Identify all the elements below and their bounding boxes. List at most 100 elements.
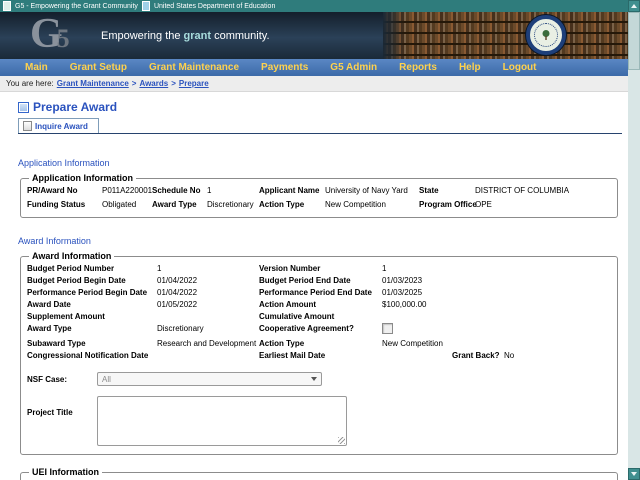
page-content: Prepare Award Inquire Award Application … xyxy=(0,92,628,480)
tab-bar: Inquire Award xyxy=(18,118,622,134)
field-value xyxy=(382,350,452,362)
field-value: 01/03/2025 xyxy=(382,287,452,299)
field-value: 01/04/2022 xyxy=(157,275,259,287)
field-value: P011A220001 xyxy=(102,185,152,197)
breadcrumb-separator: > xyxy=(171,79,176,88)
scroll-up-button[interactable] xyxy=(628,0,640,12)
nav-grant-maintenance[interactable]: Grant Maintenance xyxy=(138,62,250,73)
project-title-textarea[interactable] xyxy=(97,396,347,446)
field-label: Action Amount xyxy=(259,299,382,311)
breadcrumb-awards[interactable]: Awards xyxy=(139,79,168,88)
field-label: Supplement Amount xyxy=(27,311,157,323)
breadcrumb-grant-maintenance[interactable]: Grant Maintenance xyxy=(57,79,129,88)
nav-payments[interactable]: Payments xyxy=(250,62,319,73)
field-value xyxy=(382,311,452,323)
field-label: Budget Period End Date xyxy=(259,275,382,287)
grant-back-value: No xyxy=(504,350,611,362)
field-value xyxy=(382,323,452,338)
inquire-award-tab-icon xyxy=(23,121,32,131)
field-value: Research and Development xyxy=(157,338,259,350)
field-label: Program Office xyxy=(419,199,475,211)
field-label: Budget Period Number xyxy=(27,263,157,275)
application-information-link[interactable]: Application Information xyxy=(18,158,110,168)
award-information-fieldset: Award Information Budget Period Number 1… xyxy=(20,251,618,455)
field-value: University of Navy Yard xyxy=(325,185,419,197)
g5-application-window: G5 - Empowering the Grant Community Unit… xyxy=(0,0,640,480)
tab-inquire-award[interactable]: Inquire Award xyxy=(18,118,99,133)
field-label: PR/Award No xyxy=(27,185,102,197)
project-title-wrap xyxy=(97,396,347,448)
vertical-scrollbar[interactable] xyxy=(628,0,640,480)
field-label: Congressional Notification Date xyxy=(27,350,157,362)
uei-information-legend: UEI Information xyxy=(29,467,102,477)
department-of-education-seal xyxy=(526,15,566,55)
field-label: Cooperative Agreement? xyxy=(259,323,382,338)
field-value: 01/05/2022 xyxy=(157,299,259,311)
nsf-case-label: NSF Case: xyxy=(27,375,97,384)
main-column: G5 - Empowering the Grant Community Unit… xyxy=(0,0,628,480)
resize-grip[interactable] xyxy=(338,437,345,444)
main-nav: Main Grant Setup Grant Maintenance Payme… xyxy=(0,59,628,76)
field-value: 1 xyxy=(382,263,452,275)
breadcrumb-prepare[interactable]: Prepare xyxy=(179,79,209,88)
award-information-legend: Award Information xyxy=(29,251,114,261)
scrollbar-thumb[interactable] xyxy=(628,12,640,70)
nav-main[interactable]: Main xyxy=(14,62,59,73)
project-title-row: Project Title xyxy=(27,396,611,448)
breadcrumb-separator: > xyxy=(132,79,137,88)
field-label: State xyxy=(419,185,475,197)
grant-back-label: Grant Back? xyxy=(452,350,504,362)
field-value xyxy=(157,350,259,362)
nav-logout[interactable]: Logout xyxy=(492,62,548,73)
field-value: New Competition xyxy=(382,338,452,350)
award-row: Award Date 01/05/2022 Action Amount $100… xyxy=(27,299,611,311)
nav-grant-setup[interactable]: Grant Setup xyxy=(59,62,138,73)
field-label: Earliest Mail Date xyxy=(259,350,382,362)
tab-label: Inquire Award xyxy=(35,122,88,131)
project-title-label: Project Title xyxy=(27,396,97,448)
field-value: $100,000.00 xyxy=(382,299,452,311)
field-label: Performance Period Begin Date xyxy=(27,287,157,299)
award-information-link[interactable]: Award Information xyxy=(18,236,91,246)
uei-information-fieldset: UEI Information xyxy=(20,467,618,480)
field-value: New Competition xyxy=(325,199,419,211)
field-label: Schedule No xyxy=(152,185,207,197)
nav-help[interactable]: Help xyxy=(448,62,492,73)
field-label: Award Date xyxy=(27,299,157,311)
field-label: Cumulative Amount xyxy=(259,311,382,323)
field-value: 1 xyxy=(157,263,259,275)
field-label: Subaward Type xyxy=(27,338,157,350)
award-row: Subaward Type Research and Development A… xyxy=(27,338,611,350)
award-row: Performance Period Begin Date 01/04/2022… xyxy=(27,287,611,299)
award-row: Budget Period Number 1 Version Number 1 xyxy=(27,263,611,275)
award-row: Supplement Amount Cumulative Amount xyxy=(27,311,611,323)
field-value: OPE xyxy=(475,199,611,211)
cooperative-agreement-checkbox[interactable] xyxy=(382,323,393,334)
breadcrumb-prefix: You are here: xyxy=(6,79,54,88)
library-bookshelf-image xyxy=(383,12,628,59)
field-label: Budget Period Begin Date xyxy=(27,275,157,287)
prepare-award-icon xyxy=(18,102,29,113)
arrow-down-icon xyxy=(631,472,637,476)
application-information-legend: Application Information xyxy=(29,173,136,183)
field-value: 01/03/2023 xyxy=(382,275,452,287)
window-title-strip: G5 - Empowering the Grant Community Unit… xyxy=(0,0,628,12)
scroll-down-button[interactable] xyxy=(628,468,640,480)
nsf-case-select[interactable]: All xyxy=(97,372,322,386)
g5-logo: G5 xyxy=(30,12,70,59)
window-title-right: United States Department of Education xyxy=(154,3,275,10)
field-label: Funding Status xyxy=(27,199,102,211)
document-icon-2 xyxy=(142,1,150,11)
arrow-up-icon xyxy=(631,4,637,8)
nav-reports[interactable]: Reports xyxy=(388,62,448,73)
field-value: 1 xyxy=(207,185,259,197)
header-banner: G5 Empowering the grant community. xyxy=(0,12,628,59)
field-label: Action Type xyxy=(259,199,325,211)
breadcrumb: You are here: Grant Maintenance > Awards… xyxy=(0,76,628,92)
nav-g5-admin[interactable]: G5 Admin xyxy=(319,62,388,73)
field-label: Version Number xyxy=(259,263,382,275)
field-value xyxy=(157,311,259,323)
field-label: Action Type xyxy=(259,338,382,350)
award-row: Budget Period Begin Date 01/04/2022 Budg… xyxy=(27,275,611,287)
window-title-left: G5 - Empowering the Grant Community xyxy=(15,3,138,10)
